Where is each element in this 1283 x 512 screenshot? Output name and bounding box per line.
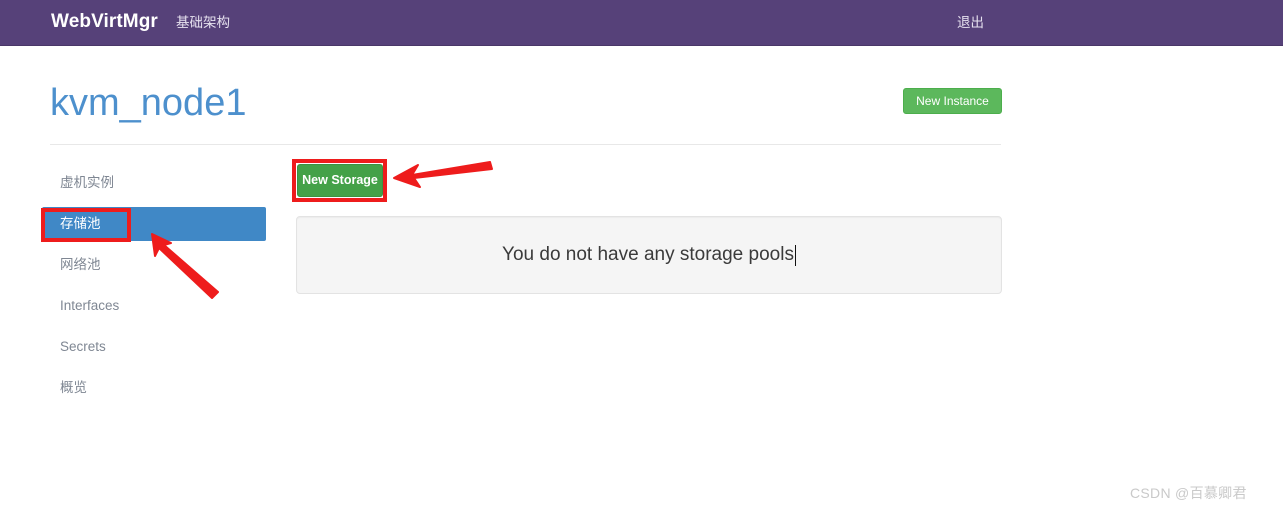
empty-storage-message-wrap: You do not have any storage pools: [297, 217, 1001, 293]
brand-logo[interactable]: WebVirtMgr: [51, 9, 158, 35]
sidebar-item-interfaces[interactable]: Interfaces: [42, 289, 266, 323]
page-title: kvm_node1: [50, 82, 247, 124]
nav-item-infrastructure[interactable]: 基础架构: [176, 13, 230, 33]
sidebar-item-instances[interactable]: 虚机实例: [42, 166, 266, 200]
nav-item-logout[interactable]: 退出: [957, 13, 984, 33]
watermark: CSDN @百慕卿君: [1130, 485, 1247, 501]
empty-storage-panel: You do not have any storage pools: [296, 216, 1002, 294]
new-instance-button[interactable]: New Instance: [903, 88, 1002, 114]
annotation-arrow-new-storage: [393, 161, 493, 188]
new-storage-button[interactable]: New Storage: [297, 164, 383, 197]
empty-storage-message: You do not have any storage pools: [502, 244, 794, 265]
title-divider: [50, 144, 1001, 145]
sidebar-item-overview[interactable]: 概览: [42, 371, 266, 405]
top-navbar: WebVirtMgr 基础架构 退出: [0, 0, 1283, 46]
sidebar-item-network-pool[interactable]: 网络池: [42, 248, 266, 282]
sidebar: 虚机实例 存储池 网络池 Interfaces Secrets 概览: [42, 166, 266, 412]
sidebar-item-storage-pool[interactable]: 存储池: [42, 207, 266, 241]
text-caret: [794, 244, 796, 266]
sidebar-item-secrets[interactable]: Secrets: [42, 330, 266, 364]
